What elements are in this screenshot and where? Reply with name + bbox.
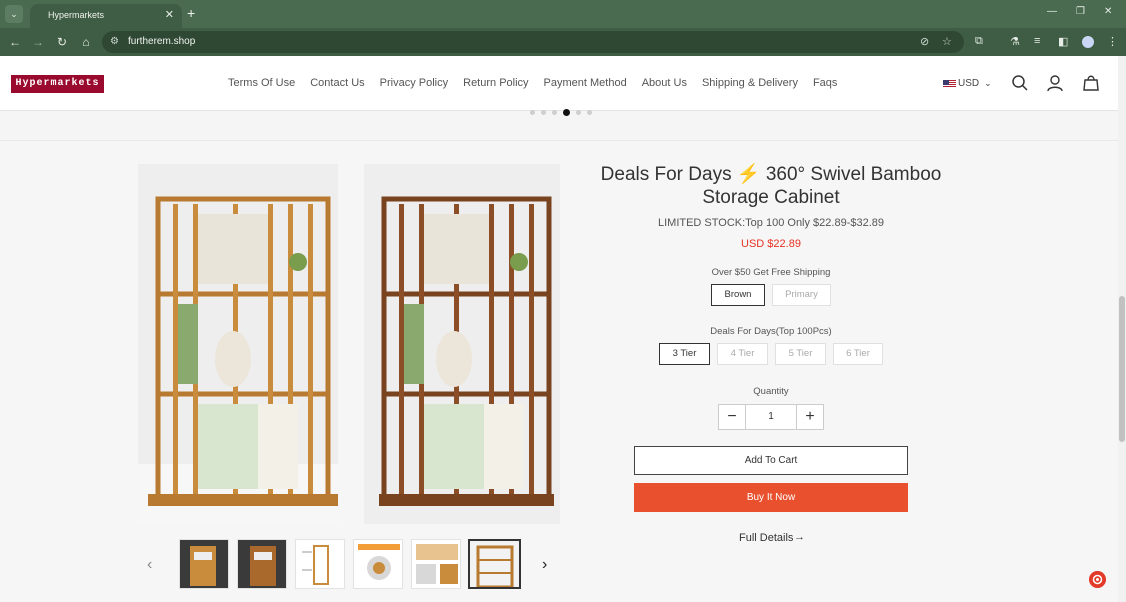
tier-option-3[interactable]: 3 Tier — [659, 343, 710, 365]
tier-option-5[interactable]: 5 Tier — [775, 343, 826, 365]
lightning-icon: ⚡ — [736, 164, 761, 185]
bookmark-star-icon[interactable]: ☆ — [942, 35, 952, 48]
help-chat-icon[interactable] — [1089, 571, 1106, 588]
forward-icon[interactable]: → — [30, 34, 46, 50]
stock-notice: LIMITED STOCK:Top 100 Only $22.89-$32.89 — [657, 217, 885, 229]
new-tab-icon[interactable]: + — [187, 5, 195, 21]
media-icon[interactable]: ≡ — [1034, 35, 1040, 47]
quantity-decrease-button[interactable]: − — [718, 404, 746, 430]
thumb-prev-icon[interactable]: ‹ — [147, 556, 152, 574]
color-option-label: Over $50 Get Free Shipping — [711, 267, 831, 278]
carousel-dot[interactable] — [530, 110, 535, 115]
nav-payment-method[interactable]: Payment Method — [544, 77, 627, 89]
arrow-right-icon[interactable]: → — [794, 531, 805, 543]
eye-off-icon[interactable]: ⊘ — [920, 35, 929, 48]
nav-return-policy[interactable]: Return Policy — [463, 77, 528, 89]
tier-option-4[interactable]: 4 Tier — [717, 343, 768, 365]
reload-icon[interactable]: ↻ — [54, 34, 70, 50]
tab-title: Hypermarkets — [48, 10, 105, 20]
tier-option-label: Deals For Days(Top 100Pcs) — [710, 326, 832, 337]
scrollbar-thumb[interactable] — [1119, 296, 1125, 442]
site-info-icon[interactable]: ⚙ — [110, 36, 122, 48]
browser-toolbar: ← → ↻ ⌂ ⚙ furtherem.shop ⊘ ☆ ⧉ ⚗ ≡ ◧ ⋮ — [0, 28, 1126, 56]
tier-option-6[interactable]: 6 Tier — [833, 343, 883, 365]
product-price: USD $22.89 — [741, 238, 801, 250]
carousel-dot[interactable] — [576, 110, 581, 115]
browser-tab-bar: ⌄ Hypermarkets ✕ + — ❐ ✕ — [0, 0, 1126, 28]
close-window-icon[interactable]: ✕ — [1104, 6, 1112, 17]
product-image-main[interactable] — [138, 164, 338, 524]
site-logo[interactable]: Hypermarkets — [11, 75, 104, 93]
quantity-label: Quantity — [753, 386, 789, 397]
thumbnail[interactable] — [237, 539, 287, 589]
labs-icon[interactable]: ⚗ — [1010, 35, 1020, 48]
profile-avatar-icon[interactable] — [1081, 35, 1095, 49]
carousel-dot[interactable] — [587, 110, 592, 115]
title-part-1: Deals For Days — [600, 164, 732, 185]
thumbnail[interactable] — [179, 539, 229, 589]
quantity-increase-button[interactable]: + — [796, 404, 824, 430]
minimize-icon[interactable]: — — [1047, 6, 1057, 17]
currency-label: USD — [958, 78, 980, 89]
nav-about-us[interactable]: About Us — [642, 77, 687, 89]
thumbnail[interactable] — [295, 539, 345, 589]
us-flag-icon — [943, 79, 956, 88]
restore-icon[interactable]: ❐ — [1076, 6, 1085, 17]
product-title: Deals For Days ⚡ 360° Swivel Bamboo Stor… — [575, 163, 967, 209]
thumb-next-icon[interactable]: › — [542, 556, 547, 574]
thumbnail-selected[interactable] — [468, 539, 521, 589]
home-icon[interactable]: ⌂ — [78, 34, 94, 50]
account-icon[interactable] — [1046, 74, 1064, 92]
tab-list-icon[interactable]: ⌄ — [5, 5, 23, 23]
carousel-dots — [530, 109, 598, 116]
site-header: Hypermarkets Terms Of Use Contact Us Pri… — [0, 56, 1118, 111]
cart-icon[interactable] — [1082, 74, 1100, 92]
nav-shipping-delivery[interactable]: Shipping & Delivery — [702, 77, 798, 89]
extensions-icon[interactable]: ⧉ — [975, 35, 983, 48]
tab-close-icon[interactable]: ✕ — [165, 8, 174, 21]
currency-selector[interactable]: USD ⌄ — [943, 78, 992, 89]
side-panel-icon[interactable]: ◧ — [1058, 35, 1068, 48]
quantity-input[interactable]: 1 — [745, 404, 797, 430]
thumbnail[interactable] — [411, 539, 461, 589]
nav-faqs[interactable]: Faqs — [813, 77, 837, 89]
url-text[interactable]: furtherem.shop — [128, 36, 195, 47]
buy-now-button[interactable]: Buy It Now — [634, 483, 908, 512]
back-icon[interactable]: ← — [7, 34, 23, 50]
carousel-dot[interactable] — [552, 110, 557, 115]
full-details-link[interactable]: Full Details — [739, 532, 793, 544]
nav-contact-us[interactable]: Contact Us — [310, 77, 364, 89]
nav-terms-of-use[interactable]: Terms Of Use — [228, 77, 295, 89]
address-bar[interactable]: ⚙ furtherem.shop ⊘ ☆ — [102, 31, 964, 53]
product-image-secondary[interactable] — [364, 164, 560, 524]
search-icon[interactable] — [1011, 74, 1029, 92]
thumbnail[interactable] — [353, 539, 403, 589]
color-option-primary[interactable]: Primary — [772, 284, 831, 306]
chevron-down-icon: ⌄ — [984, 78, 992, 88]
carousel-dot[interactable] — [541, 110, 546, 115]
menu-icon[interactable]: ⋮ — [1107, 35, 1118, 48]
color-option-brown[interactable]: Brown — [711, 284, 765, 306]
nav-privacy-policy[interactable]: Privacy Policy — [380, 77, 448, 89]
browser-tab[interactable]: Hypermarkets ✕ — [30, 4, 182, 28]
carousel-dot-active[interactable] — [563, 109, 570, 116]
main-nav: Terms Of Use Contact Us Privacy Policy R… — [228, 77, 852, 89]
add-to-cart-button[interactable]: Add To Cart — [634, 446, 908, 475]
